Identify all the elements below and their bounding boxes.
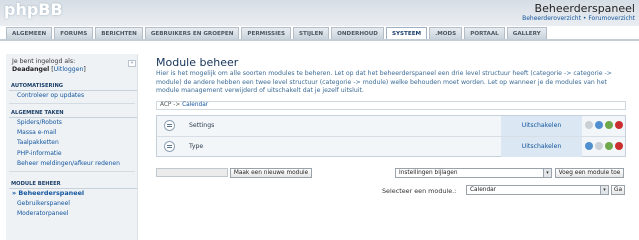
delete-icon[interactable] bbox=[615, 142, 623, 150]
menu-separator bbox=[9, 103, 135, 104]
create-module-button[interactable]: Maak een nieuwe module bbox=[230, 168, 312, 178]
tab-forums[interactable]: Forums bbox=[54, 27, 94, 39]
sidebar-item-acp-modules[interactable]: Beheerderspaneel bbox=[12, 189, 84, 197]
sidebar: Je bent ingelogd als: Deadangel [Uitlogg… bbox=[6, 54, 138, 240]
table-row: Settings Uitschakelen bbox=[157, 116, 625, 137]
forum-overview-link[interactable]: Forumoverzicht bbox=[588, 15, 635, 22]
link-separator: • bbox=[582, 15, 587, 22]
breadcrumb: ACP -> Calendar bbox=[156, 101, 626, 110]
move-down-icon[interactable] bbox=[595, 142, 603, 150]
sidebar-item-ucp-modules[interactable]: Gebruikerspaneel bbox=[17, 200, 70, 207]
module-icon bbox=[164, 141, 175, 152]
module-select[interactable]: Calendar ▾ bbox=[466, 185, 609, 195]
phpbb-logo[interactable]: phpBB bbox=[4, 0, 63, 19]
main-tabs: Algemeen Forums Berichten Gebruikers en … bbox=[6, 27, 547, 39]
disable-module-button[interactable]: Uitschakelen bbox=[501, 116, 582, 136]
add-module-button[interactable]: Voeg een module toe bbox=[555, 168, 624, 178]
sidebar-item-mass-email[interactable]: Massa e-mail bbox=[17, 129, 56, 136]
tab-mods[interactable]: .Mods bbox=[429, 27, 463, 39]
tab-onderhoud[interactable]: Onderhoud bbox=[331, 27, 384, 39]
username: Deadangel bbox=[12, 66, 50, 73]
edit-icon[interactable] bbox=[605, 142, 613, 150]
sidebar-item-check-updates[interactable]: Controleer op updates bbox=[17, 92, 84, 99]
tab-portaal[interactable]: Portaal bbox=[464, 27, 505, 39]
sidebar-item-php-info[interactable]: PHP-informatie bbox=[17, 150, 62, 157]
logout-link[interactable]: Uitloggen bbox=[54, 66, 84, 73]
module-icon bbox=[164, 120, 175, 131]
menu-head-module-beheer: Module beheer bbox=[9, 181, 137, 189]
module-select-value: Calendar bbox=[470, 187, 497, 193]
table-row: Type Uitschakelen bbox=[157, 137, 625, 157]
login-label: Je bent ingelogd als: bbox=[12, 58, 76, 65]
sidebar-item-mcp-modules[interactable]: Moderatorpaneel bbox=[17, 210, 68, 217]
module-name[interactable]: Type bbox=[189, 143, 203, 150]
header-links: Beheerderoverzicht • Forumoverzicht bbox=[522, 15, 635, 22]
header-bar: phpBB Beheerderspaneel Beheerderoverzich… bbox=[0, 0, 639, 26]
collapse-sidebar-icon[interactable]: « bbox=[128, 60, 136, 67]
page-title: Module beheer bbox=[156, 56, 239, 69]
tab-permissies[interactable]: Permissies bbox=[241, 27, 292, 39]
disable-module-button[interactable]: Uitschakelen bbox=[501, 137, 582, 157]
move-up-icon[interactable] bbox=[585, 121, 593, 129]
chevron-down-icon[interactable]: ▾ bbox=[543, 169, 551, 177]
new-module-input[interactable] bbox=[156, 168, 228, 177]
breadcrumb-current[interactable]: Calendar bbox=[182, 102, 208, 108]
module-table: Settings Uitschakelen Type Uitschakelen bbox=[156, 115, 626, 157]
menu-head-automatisering: Automatisering bbox=[9, 83, 137, 91]
module-name[interactable]: Settings bbox=[189, 122, 214, 129]
logout-close: ] bbox=[83, 66, 86, 73]
admin-overview-link[interactable]: Beheerderoverzicht bbox=[522, 15, 581, 22]
menu-head-algemene-taken: Algemene taken bbox=[9, 110, 137, 118]
sidebar-item-report-reasons[interactable]: Beheer meldingen/afkeur redenen bbox=[17, 160, 120, 167]
breadcrumb-separator: -> bbox=[173, 102, 181, 108]
sidebar-item-language-packs[interactable]: Taalpakketten bbox=[17, 139, 59, 146]
tab-berichten[interactable]: Berichten bbox=[95, 27, 143, 39]
module-actions bbox=[585, 142, 623, 150]
menu-separator bbox=[9, 171, 135, 172]
module-actions bbox=[585, 121, 623, 129]
tab-gallery[interactable]: Gallery bbox=[506, 27, 547, 39]
site-title: Beheerderspaneel bbox=[534, 2, 635, 15]
tab-algemeen[interactable]: Algemeen bbox=[6, 27, 53, 39]
delete-icon[interactable] bbox=[615, 121, 623, 129]
tab-stijlen[interactable]: Stijlen bbox=[293, 27, 330, 39]
edit-icon[interactable] bbox=[605, 121, 613, 129]
attach-module-select-value: Instellingen bijlagen bbox=[399, 170, 458, 176]
tab-gebruikers[interactable]: Gebruikers en groepen bbox=[144, 27, 240, 39]
select-module-label: Selecteer een module.: bbox=[382, 187, 457, 195]
move-up-icon[interactable] bbox=[585, 142, 593, 150]
chevron-down-icon[interactable]: ▾ bbox=[600, 186, 608, 194]
attach-module-select[interactable]: Instellingen bijlagen ▾ bbox=[395, 168, 552, 178]
login-user: Deadangel [Uitloggen] bbox=[12, 66, 86, 73]
tab-systeem[interactable]: Systeem bbox=[385, 27, 428, 39]
go-button[interactable]: Ga bbox=[611, 185, 625, 195]
move-down-icon[interactable] bbox=[595, 121, 603, 129]
page-description: Hier is het mogelijk om alle soorten mod… bbox=[156, 70, 612, 95]
breadcrumb-root[interactable]: ACP bbox=[160, 102, 171, 108]
sidebar-item-spiders[interactable]: Spiders/Robots bbox=[17, 119, 62, 126]
tab-underline bbox=[0, 39, 639, 41]
